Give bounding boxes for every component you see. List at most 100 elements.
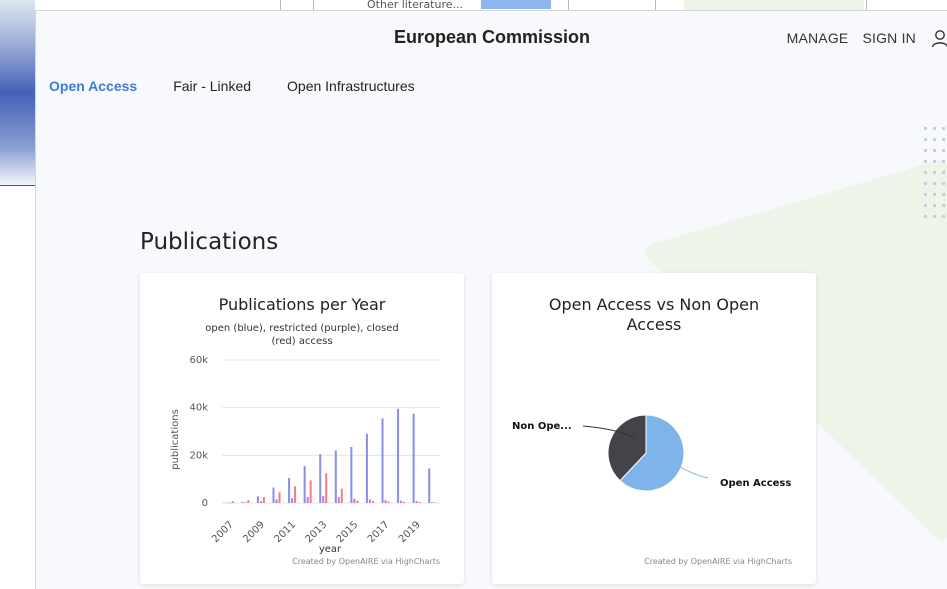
bar-restricted: [322, 495, 325, 503]
bar-restricted: [244, 502, 247, 503]
pie-chart: Open Access Non Ope...: [512, 414, 791, 492]
bar-closed: [309, 480, 312, 503]
decorative-dot: [933, 171, 936, 174]
bar-restricted: [353, 498, 356, 503]
y-tick-label: 0: [202, 498, 208, 509]
background-grid-line: [313, 0, 314, 10]
y-tick-label: 20k: [189, 450, 208, 461]
x-axis-label: year: [319, 544, 342, 555]
y-tick-label: 60k: [189, 355, 208, 366]
x-tick-label: 2017: [366, 519, 392, 545]
bar-restricted: [384, 500, 387, 503]
decorative-dot: [933, 149, 936, 152]
decorative-dot: [933, 204, 936, 207]
bar-closed: [294, 486, 297, 503]
decorative-dot: [942, 127, 945, 130]
decorative-dot: [924, 149, 927, 152]
x-tick-label: 2013: [304, 519, 330, 545]
sign-in-link[interactable]: SIGN IN: [862, 30, 916, 46]
tab-fair-linked[interactable]: Fair - Linked: [173, 78, 251, 94]
background-bar: [481, 0, 551, 9]
section-title: Publications: [140, 229, 279, 255]
bar-closed: [340, 488, 343, 503]
y-axis-label: publications: [170, 409, 181, 470]
decorative-dot: [924, 204, 927, 207]
pie-credit[interactable]: Created by OpenAIRE via HighCharts: [644, 557, 792, 566]
bar-closed: [278, 492, 281, 503]
bar-restricted: [368, 499, 371, 503]
bar-restricted: [275, 499, 278, 503]
decorative-dot: [933, 182, 936, 185]
decorative-dot: [942, 171, 945, 174]
user-icon[interactable]: [930, 28, 947, 48]
bar-open: [428, 468, 431, 503]
bar-closed: [231, 501, 234, 503]
bar-open: [397, 408, 400, 503]
decorative-dot: [942, 182, 945, 185]
bar-open: [334, 450, 337, 503]
manage-link[interactable]: MANAGE: [787, 30, 849, 46]
x-tick-label: 2015: [335, 519, 361, 545]
decorative-dot: [942, 138, 945, 141]
bar-closed: [387, 501, 390, 503]
decorative-dot: [924, 160, 927, 163]
bar-closed: [247, 500, 250, 503]
decorative-dot: [924, 182, 927, 185]
bar-closed: [262, 497, 265, 503]
header-actions: MANAGE SIGN IN: [787, 28, 947, 48]
x-tick-label: 2009: [241, 519, 267, 545]
background-grid-line: [568, 0, 569, 10]
decorative-dot: [933, 138, 936, 141]
bar-closed: [356, 500, 359, 503]
bar-restricted: [400, 500, 403, 503]
background-map-thumbnail: [0, 0, 35, 185]
background-grid-line: [866, 0, 867, 10]
bar-open: [303, 466, 306, 503]
decorative-dot: [924, 127, 927, 130]
background-grid-line: [280, 0, 281, 10]
decorative-dot: [924, 138, 927, 141]
bar-restricted: [291, 498, 294, 503]
background-divider: [0, 185, 35, 186]
bar-restricted: [431, 502, 434, 503]
dashboard-tabs: Open Access Fair - Linked Open Infrastru…: [49, 78, 415, 94]
bar-open: [365, 433, 368, 503]
bar-open: [288, 477, 291, 503]
open-access-pie-card: Open Access vs Non Open Access Open Acce…: [492, 273, 816, 584]
pie-connector-line: [677, 465, 709, 479]
dashboard-modal: European Commission MANAGE SIGN IN Open …: [35, 10, 947, 589]
decorative-dot: [942, 160, 945, 163]
y-tick-label: 40k: [189, 403, 208, 414]
x-tick-label: 2019: [397, 519, 423, 545]
chart-credit[interactable]: Created by OpenAIRE via HighCharts: [292, 557, 440, 566]
decorative-dot: [924, 193, 927, 196]
bar-open: [412, 413, 415, 503]
bar-open: [256, 496, 259, 503]
bar-closed: [434, 502, 437, 504]
bar-chart: 020k40k60kpublications2007 2009 2011 2013 20…: [170, 355, 440, 555]
bar-closed: [418, 502, 421, 503]
decorative-dot: [942, 193, 945, 196]
decorative-dot: [942, 215, 945, 218]
bar-open: [381, 418, 384, 503]
bar-restricted: [259, 501, 262, 503]
decorative-dots: [924, 127, 945, 218]
background-green-strip: [684, 0, 864, 10]
bar-open: [225, 502, 228, 504]
decorative-dot: [942, 149, 945, 152]
bar-open: [350, 446, 353, 503]
pie-data-label: Non Ope...: [512, 421, 572, 432]
bar-open: [272, 487, 275, 503]
tab-open-access[interactable]: Open Access: [49, 78, 137, 94]
bar-closed: [371, 501, 374, 503]
publications-per-year-card: Publications per Year open (blue), restr…: [140, 273, 464, 584]
decorative-dot: [933, 160, 936, 163]
tab-open-infrastructures[interactable]: Open Infrastructures: [287, 78, 415, 94]
x-tick-label: 2007: [210, 519, 236, 545]
background-grid-line: [655, 0, 656, 10]
bar-closed: [403, 501, 406, 503]
pie-data-label: Open Access: [720, 478, 791, 489]
decorative-dot: [933, 193, 936, 196]
decorative-dot: [942, 204, 945, 207]
bar-open: [319, 454, 322, 503]
